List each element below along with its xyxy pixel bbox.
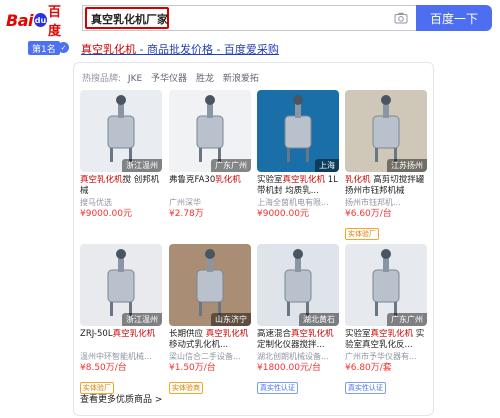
product-name[interactable]: 实验室真空乳化机 1L带机封 均质乳...: [257, 175, 339, 197]
product-location: 广东广州: [387, 313, 427, 326]
product-image[interactable]: 山东济宁: [169, 244, 251, 326]
product-name-part: 乳化机: [345, 175, 371, 185]
product-name-part: ZRJ-50L: [80, 329, 113, 339]
product-image[interactable]: 江苏扬州: [345, 90, 427, 172]
product-name[interactable]: 真空乳化机搅 创邦机械: [80, 175, 162, 197]
product-name[interactable]: 高速混合真空乳化机 定制化仪器搅拌...: [257, 329, 339, 351]
logo-latin: Bai: [6, 10, 33, 30]
search-button[interactable]: 百度一下: [416, 5, 492, 31]
product-name-part: 实验室: [257, 175, 283, 185]
hot-brands-row: 热搜品牌: JKE 予华仪器 胜龙 新浪爱拓: [82, 71, 265, 84]
product-price: ¥6.80万/套: [345, 363, 392, 373]
product-name-part: 移动式乳化机...: [169, 340, 229, 350]
hot-brand-link[interactable]: 予华仪器: [151, 74, 187, 84]
product-price: ¥9000.00元: [257, 209, 309, 219]
baidu-logo[interactable]: Bai du 百度: [6, 5, 72, 39]
product-card[interactable]: 广东广州实验室真空乳化机 实验室真空乳化反... 广州市予华仪器有... ¥6.80…: [345, 244, 427, 394]
product-badge: 真实性认证: [257, 382, 298, 394]
product-price: ¥8.50万/台: [80, 363, 127, 373]
product-price: ¥1800.00元/台: [257, 363, 321, 373]
product-name[interactable]: 长期供应 真空乳化机 移动式乳化机...: [169, 329, 251, 351]
product-name-part: 真空乳化机: [282, 175, 326, 185]
product-name[interactable]: 实验室真空乳化机 实验室真空乳化反...: [345, 329, 427, 351]
product-badge: 实体验商: [169, 382, 203, 394]
camera-icon[interactable]: [394, 12, 408, 24]
product-name[interactable]: 弗鲁克FA30乳化机: [169, 175, 251, 197]
result-title-keyword: 真空乳化机: [81, 43, 136, 56]
product-shop: 湖北创朗机械设备...: [257, 352, 329, 361]
product-name-part: 高速混合: [257, 329, 292, 339]
product-card[interactable]: 广东广州 弗鲁克FA30乳化机 广州深华 ¥2.78万: [169, 90, 251, 221]
hot-brand-link[interactable]: JKE: [128, 74, 142, 84]
product-location: 湖北黄石: [299, 313, 339, 326]
product-location: 浙江温州: [122, 313, 162, 326]
product-badge: 实体验厂: [345, 228, 379, 240]
product-image[interactable]: 广东广州: [169, 90, 251, 172]
product-name-part: 定制化仪器搅拌...: [257, 340, 325, 350]
result-title-link[interactable]: 真空乳化机 - 商品批发价格 - 百度爱采购: [81, 41, 279, 57]
product-card[interactable]: 山东济宁 长期供应 真空乳化机 移动式乳化机... 梁山信合二手设备... ¥1.50…: [169, 244, 251, 394]
product-price: ¥6.60万/台: [345, 209, 392, 219]
hot-brand-link[interactable]: 新浪爱拓: [223, 74, 259, 84]
product-image[interactable]: 湖北黄石: [257, 244, 339, 326]
product-price: ¥2.78万: [169, 209, 204, 219]
product-name-part: 真空乳化机: [205, 329, 249, 339]
product-shop: 扬州市钰邦机...: [345, 198, 401, 207]
product-price: ¥1.50万/台: [169, 363, 216, 373]
product-badge: 真实性认证: [345, 382, 386, 394]
product-location: 江苏扬州: [387, 159, 427, 172]
product-card[interactable]: 浙江温州 ZRJ-50L真空乳化机 温州中环智能机械... ¥8.50万/台 实体验厂: [80, 244, 162, 394]
product-shop: 梁山信合二手设备...: [169, 352, 241, 361]
result-title-rest: - 商品批发价格 - 百度爱采购: [136, 43, 279, 56]
product-name-part: 实验室: [345, 329, 371, 339]
product-card[interactable]: 湖北黄石 高速混合真空乳化机 定制化仪器搅拌... 湖北创朗机械设备... ¥1800…: [257, 244, 339, 394]
search-input[interactable]: 真空乳化机厂家: [82, 5, 416, 31]
product-shop: 搜马优选: [80, 198, 112, 207]
product-card[interactable]: 江苏扬州乳化机 高剪切搅拌罐 扬州市钰邦机械 扬州市钰邦机... ¥6.60万/台实…: [345, 90, 427, 240]
rank-tag: 第1名: [28, 41, 60, 55]
product-shop: 广州市予华仪器有...: [345, 352, 417, 361]
product-name-part: 真空乳化机: [291, 329, 334, 339]
product-price: ¥9000.00元: [80, 209, 132, 219]
product-name[interactable]: 乳化机 高剪切搅拌罐 扬州市钰邦机械: [345, 175, 427, 197]
product-name-part: 乳化机: [215, 175, 241, 185]
product-name-part: 真空乳化机: [112, 329, 156, 339]
product-location: 上海: [315, 159, 339, 172]
product-name[interactable]: ZRJ-50L真空乳化机: [80, 329, 162, 351]
product-image[interactable]: 广东广州: [345, 244, 427, 326]
product-shop: 广州深华: [169, 198, 201, 207]
product-image[interactable]: 浙江温州: [80, 90, 162, 172]
product-image[interactable]: 上海: [257, 90, 339, 172]
logo-cn: 百度: [47, 5, 61, 39]
product-image[interactable]: 浙江温州: [80, 244, 162, 326]
search-query-text: 真空乳化机厂家: [91, 13, 168, 26]
hot-brand-link[interactable]: 胜龙: [196, 74, 214, 84]
product-shop: 温州中环智能机械...: [80, 352, 152, 361]
product-card[interactable]: 上海实验室真空乳化机 1L带机封 均质乳... 上海全茵机电有限... ¥9000.…: [257, 90, 339, 221]
product-shop: 上海全茵机电有限...: [257, 198, 329, 207]
product-location: 山东济宁: [211, 313, 251, 326]
product-panel: 热搜品牌: JKE 予华仪器 胜龙 新浪爱拓 浙江温州 真空乳化机搅 创邦机械 搜马…: [73, 62, 434, 416]
verified-icon: ✓: [58, 42, 69, 53]
product-name-part: 长期供应: [169, 329, 206, 339]
product-name-part: 真空乳化机: [370, 329, 414, 339]
search-header: Bai du 百度 真空乳化机厂家 百度一下: [0, 0, 500, 39]
product-location: 浙江温州: [122, 159, 162, 172]
product-card[interactable]: 浙江温州真空乳化机搅 创邦机械 搜马优选 ¥9000.00元: [80, 90, 162, 221]
product-name-part: 弗鲁克FA30: [169, 175, 216, 185]
more-products-link[interactable]: 查看更多优质商品 >: [80, 392, 162, 405]
product-location: 广东广州: [211, 159, 251, 172]
product-name-part: 真空乳化机: [80, 175, 123, 185]
hot-brands-label: 热搜品牌:: [82, 74, 122, 84]
paw-icon: du: [33, 13, 47, 27]
